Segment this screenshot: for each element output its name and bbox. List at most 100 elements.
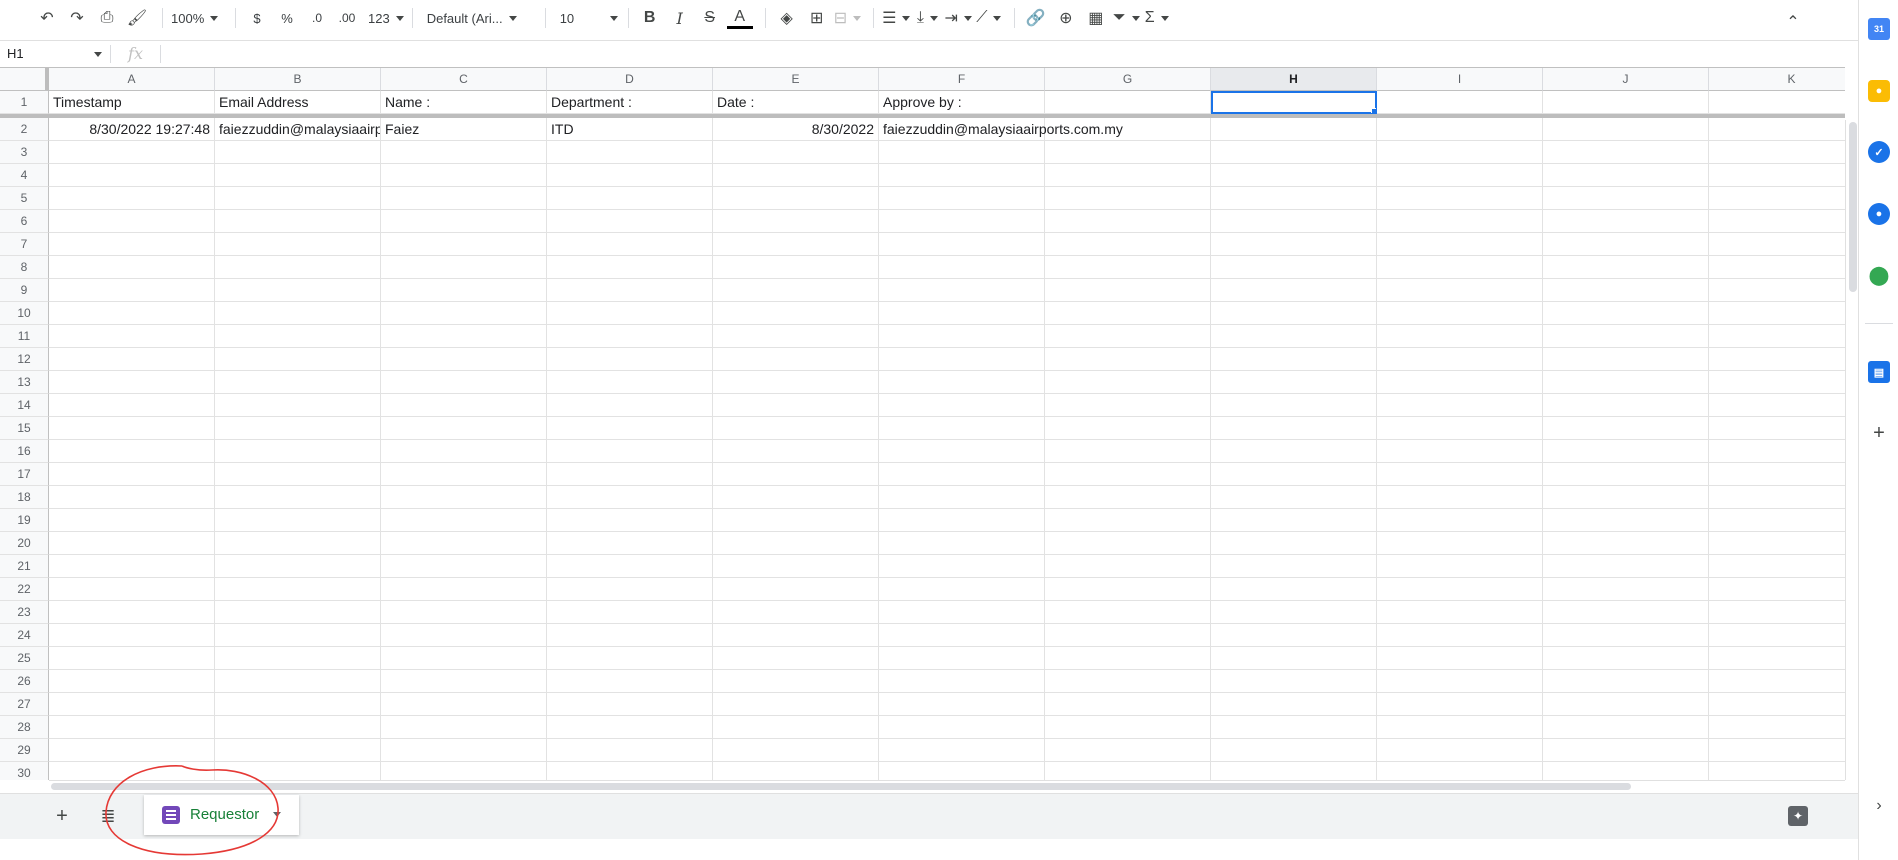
cell-e16[interactable] <box>713 440 879 463</box>
cell-i26[interactable] <box>1377 670 1543 693</box>
cell-a29[interactable] <box>49 739 215 762</box>
cell-c9[interactable] <box>381 279 547 302</box>
cell-g24[interactable] <box>1045 624 1211 647</box>
cell-b5[interactable] <box>215 187 381 210</box>
row-header[interactable]: 10 <box>0 302 49 325</box>
row-header[interactable]: 30 <box>0 762 49 780</box>
column-header-f[interactable]: F <box>879 68 1045 91</box>
cell-k27[interactable] <box>1709 693 1845 716</box>
cell-e26[interactable] <box>713 670 879 693</box>
cell-e28[interactable] <box>713 716 879 739</box>
cell-i21[interactable] <box>1377 555 1543 578</box>
cell-j30[interactable] <box>1543 762 1709 780</box>
cell-d29[interactable] <box>547 739 713 762</box>
cell-a10[interactable] <box>49 302 215 325</box>
cell-d26[interactable] <box>547 670 713 693</box>
name-box[interactable]: H1 <box>0 42 110 66</box>
cell-j22[interactable] <box>1543 578 1709 601</box>
cell-d3[interactable] <box>547 141 713 164</box>
cell-c5[interactable] <box>381 187 547 210</box>
cell-h7[interactable] <box>1211 233 1377 256</box>
column-header-a[interactable]: A <box>49 68 215 91</box>
cell-d17[interactable] <box>547 463 713 486</box>
cell-b2[interactable]: faiezzuddin@malaysiaairports.com.my <box>215 118 381 141</box>
horizontal-align-icon[interactable]: ☰ <box>882 4 911 32</box>
text-color-button[interactable]: A <box>726 7 753 29</box>
undo-icon[interactable]: ↶ <box>34 4 60 32</box>
cell-g9[interactable] <box>1045 279 1211 302</box>
cell-g8[interactable] <box>1045 256 1211 279</box>
cell-k12[interactable] <box>1709 348 1845 371</box>
cell-i4[interactable] <box>1377 164 1543 187</box>
cell-a8[interactable] <box>49 256 215 279</box>
row-header[interactable]: 27 <box>0 693 49 716</box>
contacts-icon[interactable]: ● <box>1868 203 1890 225</box>
cell-f20[interactable] <box>879 532 1045 555</box>
cell-e3[interactable] <box>713 141 879 164</box>
cell-b22[interactable] <box>215 578 381 601</box>
cell-a20[interactable] <box>49 532 215 555</box>
row-header[interactable]: 20 <box>0 532 49 555</box>
cell-i8[interactable] <box>1377 256 1543 279</box>
cell-k6[interactable] <box>1709 210 1845 233</box>
cell-b23[interactable] <box>215 601 381 624</box>
cell-k29[interactable] <box>1709 739 1845 762</box>
cell-k21[interactable] <box>1709 555 1845 578</box>
cell-g19[interactable] <box>1045 509 1211 532</box>
cell-d14[interactable] <box>547 394 713 417</box>
cell-h24[interactable] <box>1211 624 1377 647</box>
cell-j28[interactable] <box>1543 716 1709 739</box>
cell-h4[interactable] <box>1211 164 1377 187</box>
cell-e15[interactable] <box>713 417 879 440</box>
cell-d23[interactable] <box>547 601 713 624</box>
cell-k4[interactable] <box>1709 164 1845 187</box>
cell-i18[interactable] <box>1377 486 1543 509</box>
currency-button[interactable]: $ <box>244 4 270 32</box>
cell-e10[interactable] <box>713 302 879 325</box>
cell-i9[interactable] <box>1377 279 1543 302</box>
cell-e25[interactable] <box>713 647 879 670</box>
cell-e8[interactable] <box>713 256 879 279</box>
cell-e5[interactable] <box>713 187 879 210</box>
cell-a5[interactable] <box>49 187 215 210</box>
cell-f1[interactable]: Approve by : <box>879 91 1045 114</box>
cell-h11[interactable] <box>1211 325 1377 348</box>
row-header[interactable]: 16 <box>0 440 49 463</box>
cell-h6[interactable] <box>1211 210 1377 233</box>
row-header[interactable]: 19 <box>0 509 49 532</box>
cell-k9[interactable] <box>1709 279 1845 302</box>
cell-k15[interactable] <box>1709 417 1845 440</box>
row-header[interactable]: 12 <box>0 348 49 371</box>
cell-e29[interactable] <box>713 739 879 762</box>
cell-f5[interactable] <box>879 187 1045 210</box>
cell-e20[interactable] <box>713 532 879 555</box>
cell-k7[interactable] <box>1709 233 1845 256</box>
cell-k8[interactable] <box>1709 256 1845 279</box>
cell-k14[interactable] <box>1709 394 1845 417</box>
cell-e19[interactable] <box>713 509 879 532</box>
functions-button[interactable]: Σ <box>1144 4 1170 32</box>
cell-b26[interactable] <box>215 670 381 693</box>
cell-c23[interactable] <box>381 601 547 624</box>
cell-d22[interactable] <box>547 578 713 601</box>
cell-j5[interactable] <box>1543 187 1709 210</box>
cell-e14[interactable] <box>713 394 879 417</box>
cell-i24[interactable] <box>1377 624 1543 647</box>
cell-c20[interactable] <box>381 532 547 555</box>
cell-b28[interactable] <box>215 716 381 739</box>
more-formats-select[interactable]: 123 <box>368 4 404 32</box>
cell-e17[interactable] <box>713 463 879 486</box>
cell-i11[interactable] <box>1377 325 1543 348</box>
cell-j17[interactable] <box>1543 463 1709 486</box>
insert-link-icon[interactable]: 🔗 <box>1023 4 1049 32</box>
cell-a27[interactable] <box>49 693 215 716</box>
cell-g15[interactable] <box>1045 417 1211 440</box>
cell-c1[interactable]: Name : <box>381 91 547 114</box>
cell-h26[interactable] <box>1211 670 1377 693</box>
cell-a15[interactable] <box>49 417 215 440</box>
row-header[interactable]: 29 <box>0 739 49 762</box>
row-header[interactable]: 25 <box>0 647 49 670</box>
cell-h14[interactable] <box>1211 394 1377 417</box>
cell-h10[interactable] <box>1211 302 1377 325</box>
cell-d4[interactable] <box>547 164 713 187</box>
